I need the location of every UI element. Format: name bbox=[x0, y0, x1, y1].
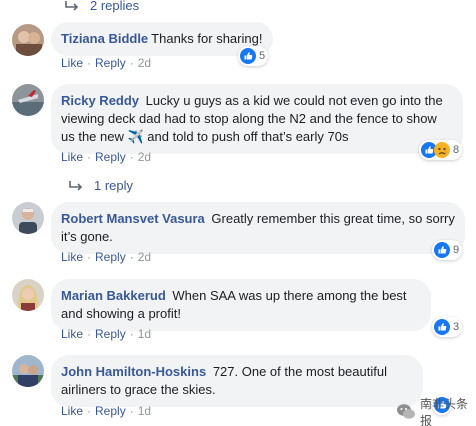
reaction-count: 5 bbox=[259, 50, 266, 62]
reply-button[interactable]: Reply bbox=[95, 404, 126, 418]
reaction-count: 9 bbox=[453, 244, 460, 256]
comment-actions: Like · Reply · 2d bbox=[61, 56, 151, 70]
comment-text: Thanks for sharing! bbox=[151, 31, 263, 46]
separator-dot: · bbox=[129, 56, 134, 70]
sad-reaction-icon bbox=[434, 142, 450, 158]
avatar[interactable] bbox=[12, 84, 44, 116]
comment-author[interactable]: Ricky Reddy bbox=[61, 93, 139, 108]
reaction-badge[interactable]: 3 bbox=[432, 317, 463, 337]
comment-actions: Like · Reply · 2d bbox=[61, 250, 151, 264]
reply-arrow-icon bbox=[68, 180, 84, 192]
reply-arrow-icon bbox=[64, 0, 80, 12]
reaction-badge[interactable]: 9 bbox=[432, 240, 463, 260]
comment-actions: Like · Reply · 1d bbox=[61, 327, 151, 341]
separator-dot: · bbox=[129, 327, 134, 341]
comment-author[interactable]: John Hamilton-Hoskins bbox=[61, 364, 206, 379]
wechat-icon bbox=[396, 402, 416, 422]
comment-author[interactable]: Robert Mansvet Vasura bbox=[61, 211, 205, 226]
watermark: 南非头条报 bbox=[396, 395, 476, 426]
reply-button[interactable]: Reply bbox=[95, 56, 126, 70]
comment-bubble: John Hamilton-Hoskins 727. One of the mo… bbox=[51, 355, 423, 407]
reply-button[interactable]: Reply bbox=[95, 250, 126, 264]
comment-timestamp[interactable]: 1d bbox=[138, 404, 151, 418]
comment-bubble: Marian Bakkerud When SAA was up there am… bbox=[51, 279, 431, 331]
avatar[interactable] bbox=[12, 24, 44, 56]
reaction-count: 3 bbox=[453, 321, 460, 333]
avatar[interactable] bbox=[12, 202, 44, 234]
comment-actions: Like · Reply · 2d bbox=[61, 150, 151, 164]
avatar[interactable] bbox=[12, 279, 44, 311]
comment-bubble: Ricky Reddy Lucky u guys as a kid we cou… bbox=[51, 84, 463, 154]
avatar[interactable] bbox=[12, 355, 44, 387]
separator-dot: · bbox=[129, 150, 134, 164]
like-reaction-icon bbox=[240, 48, 256, 64]
separator-dot: · bbox=[129, 250, 134, 264]
comment-timestamp[interactable]: 2d bbox=[138, 56, 151, 70]
comment-actions: Like · Reply · 1d bbox=[61, 404, 151, 418]
separator-dot: · bbox=[87, 327, 92, 341]
reply-button[interactable]: Reply bbox=[95, 150, 126, 164]
separator-dot: · bbox=[87, 404, 92, 418]
comment-author[interactable]: Tiziana Biddle bbox=[61, 31, 148, 46]
like-button[interactable]: Like bbox=[61, 150, 83, 164]
like-button[interactable]: Like bbox=[61, 404, 83, 418]
view-replies-label: 1 reply bbox=[94, 178, 134, 193]
like-button[interactable]: Like bbox=[61, 56, 83, 70]
separator-dot: · bbox=[87, 56, 92, 70]
like-reaction-icon bbox=[434, 319, 450, 335]
comment-timestamp[interactable]: 2d bbox=[138, 150, 151, 164]
like-button[interactable]: Like bbox=[61, 327, 83, 341]
comment-timestamp[interactable]: 1d bbox=[138, 327, 151, 341]
watermark-text: 南非头条报 bbox=[420, 397, 469, 426]
like-button[interactable]: Like bbox=[61, 250, 83, 264]
comment-bubble: Robert Mansvet Vasura Greatly remember t… bbox=[51, 202, 465, 254]
reaction-badge[interactable]: 5 bbox=[238, 46, 269, 66]
separator-dot: · bbox=[129, 404, 134, 418]
separator-dot: · bbox=[87, 150, 92, 164]
reply-button[interactable]: Reply bbox=[95, 327, 126, 341]
comment-author[interactable]: Marian Bakkerud bbox=[61, 288, 166, 303]
reaction-count: 8 bbox=[453, 144, 460, 156]
comment-timestamp[interactable]: 2d bbox=[138, 250, 151, 264]
view-replies-label: 2 replies bbox=[90, 0, 140, 13]
view-replies-link[interactable]: 1 reply bbox=[68, 178, 133, 193]
reaction-badge[interactable]: 8 bbox=[419, 140, 463, 160]
like-reaction-icon bbox=[434, 242, 450, 258]
view-replies-link[interactable]: 2 replies bbox=[64, 0, 139, 13]
separator-dot: · bbox=[87, 250, 92, 264]
